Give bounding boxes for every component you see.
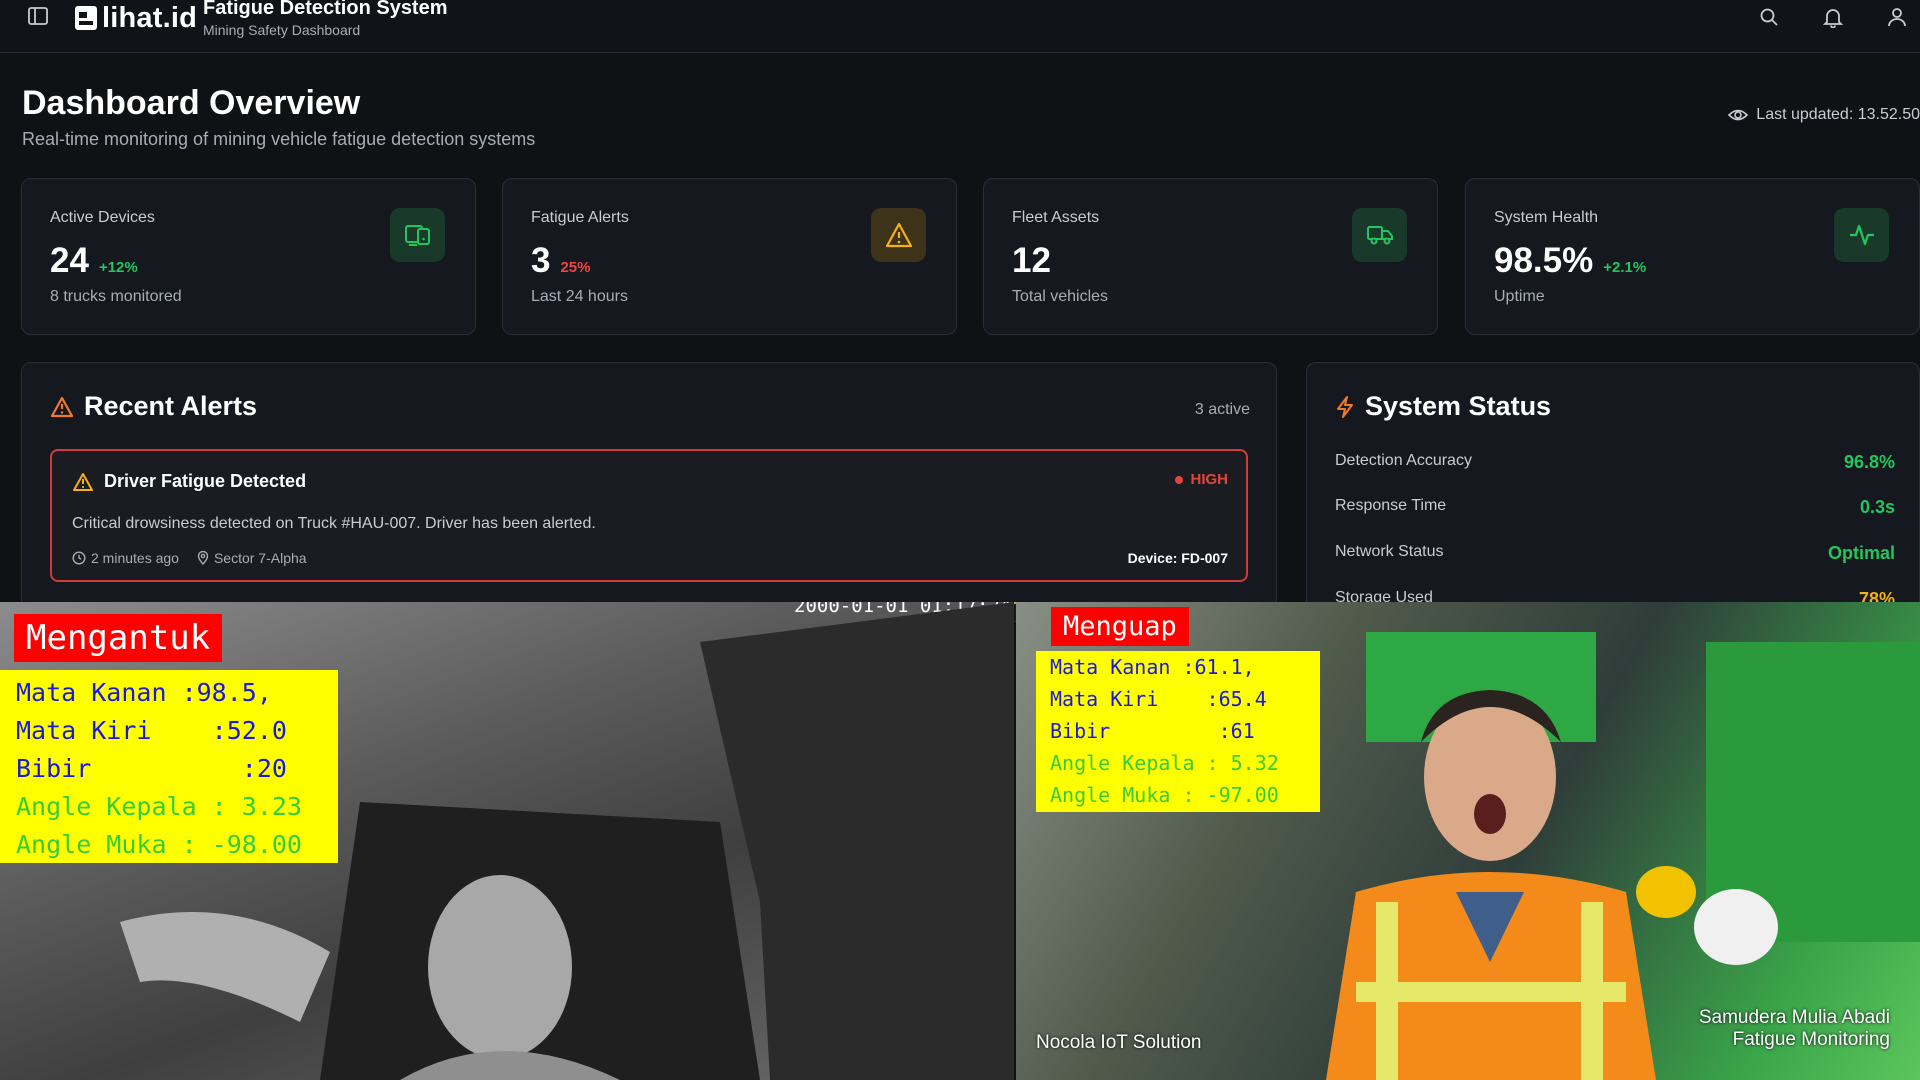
metric-line: Angle Kepala : 3.23 (16, 792, 302, 821)
status-row-response-time: Response Time 0.3s (1335, 497, 1895, 518)
severity-dot-icon (1174, 475, 1183, 484)
detection-metrics-box: Mata Kanan :98.5, Mata Kiri :52.0 Bibir … (0, 670, 338, 863)
search-icon[interactable] (1758, 6, 1780, 28)
status-row-network-status: Network Status Optimal (1335, 543, 1895, 564)
alert-title-row: Driver Fatigue Detected (72, 471, 306, 492)
logo-icon (75, 6, 97, 30)
status-label: Network Status (1335, 543, 1444, 560)
metric-line: Mata Kiri :52.0 (16, 716, 287, 745)
warning-icon (73, 472, 93, 491)
app-title: Fatigue Detection System (203, 0, 448, 19)
warning-icon (885, 222, 912, 248)
alert-location: Sector 7-Alpha (197, 550, 307, 566)
recent-alerts-header: Recent Alerts (50, 391, 257, 422)
alert-description: Critical drowsiness detected on Truck #H… (72, 515, 596, 532)
bell-icon[interactable] (1822, 6, 1844, 28)
alerts-count: 3 active (1194, 401, 1250, 418)
alert-level: HIGH (1190, 471, 1229, 488)
last-updated-text: Last updated: 13.52.50 (1756, 106, 1920, 123)
recent-alerts-panel: Recent Alerts 3 active Driver Fatigue De… (21, 362, 1277, 632)
stat-value: 98.5% (1494, 241, 1594, 280)
truck-icon-badge (1352, 208, 1407, 262)
user-icon[interactable] (1886, 6, 1908, 28)
brand-text: Fatigue Detection System Mining Safety D… (203, 0, 448, 38)
metric-line: Angle Kepala : 5.32 (1050, 751, 1279, 775)
stat-foot: 8 trucks monitored (50, 288, 182, 305)
metric-line: Mata Kiri :65.4 (1050, 687, 1267, 711)
metric-line: Mata Kanan :98.5, (16, 678, 272, 707)
stat-label: Active Devices (50, 209, 155, 226)
top-bar: lihat.id Fatigue Detection System Mining… (0, 0, 1920, 53)
page-subtitle: Real-time monitoring of mining vehicle f… (22, 129, 536, 149)
stat-card-active-devices[interactable]: Active Devices 24 +12% 8 trucks monitored (21, 178, 476, 335)
stat-foot: Last 24 hours (531, 288, 628, 305)
stat-value: 3 (531, 241, 551, 280)
warning-icon (50, 396, 74, 417)
page-header: Dashboard Overview Real-time monitoring … (22, 84, 535, 150)
watermark-right-line-2: Fatigue Monitoring (1732, 1029, 1890, 1050)
watermark-left: Nocola IoT Solution (1036, 1032, 1202, 1053)
stat-card-system-health[interactable]: System Health 98.5% +2.1% Uptime (1465, 178, 1920, 335)
page-title: Dashboard Overview (22, 84, 361, 122)
stat-delta: 25% (560, 259, 591, 276)
metric-line: Angle Muka : -97.00 (1050, 783, 1279, 807)
app-subtitle: Mining Safety Dashboard (203, 22, 361, 38)
stat-label: Fleet Assets (1012, 209, 1100, 226)
status-label: Detection Accuracy (1335, 452, 1472, 469)
system-status-panel: System Status Detection Accuracy 96.8% R… (1306, 362, 1920, 622)
activity-icon-badge (1834, 208, 1889, 262)
system-status-title: System Status (1365, 391, 1552, 421)
lightning-icon (1337, 395, 1353, 418)
map-pin-icon (197, 551, 209, 565)
metric-line: Bibir :61 (1050, 719, 1255, 743)
sidebar-toggle-icon[interactable] (28, 7, 48, 25)
camera-feed-right[interactable]: Menguap Mata Kanan :61.1, Mata Kiri :65.… (1016, 602, 1920, 1080)
stat-foot: Total vehicles (1012, 288, 1109, 305)
stat-card-fleet-assets[interactable]: Fleet Assets 12 Total vehicles (983, 178, 1438, 335)
last-updated: Last updated: 13.52.50 (1728, 106, 1920, 124)
stat-label: Fatigue Alerts (531, 209, 629, 226)
recent-alerts-title: Recent Alerts (84, 391, 258, 421)
status-label: Response Time (1335, 497, 1447, 514)
warning-icon-badge (871, 208, 926, 262)
watermark-right-line-1: Samudera Mulia Abadi (1698, 1007, 1890, 1028)
fatigue-state-label: Menguap (1051, 607, 1189, 646)
top-icons (1758, 6, 1920, 28)
status-value: Optimal (1827, 543, 1895, 563)
camera-feed-left[interactable]: 2000-01-01 01:17:24 Mengantuk Mata Kanan… (0, 602, 1014, 1080)
alert-title: Driver Fatigue Detected (104, 471, 307, 491)
status-row-detection-accuracy: Detection Accuracy 96.8% (1335, 452, 1895, 473)
system-status-header: System Status (1335, 391, 1551, 422)
stat-foot: Uptime (1494, 288, 1545, 305)
stat-value: 24 (50, 241, 89, 280)
brand-logo[interactable]: lihat.id (74, 0, 197, 36)
metric-line: Mata Kanan :61.1, (1050, 655, 1255, 679)
watermark-right: Samudera Mulia Abadi Fatigue Monitoring (1699, 1007, 1890, 1051)
activity-icon (1849, 224, 1874, 246)
eye-icon (1728, 109, 1749, 121)
detection-metrics-box: Mata Kanan :61.1, Mata Kiri :65.4 Bibir … (1036, 651, 1320, 812)
stat-card-fatigue-alerts[interactable]: Fatigue Alerts 3 25% Last 24 hours (502, 178, 957, 335)
metric-line: Angle Muka : -98.00 (16, 830, 302, 859)
device-icon-badge (390, 208, 445, 262)
alert-severity-badge: HIGH (1174, 471, 1229, 488)
stat-delta: +12% (98, 259, 138, 276)
status-value: 0.3s (1859, 497, 1895, 517)
alert-time: 2 minutes ago (72, 550, 179, 566)
logo-text: lihat.id (102, 1, 198, 34)
alert-meta: 2 minutes ago Sector 7-Alpha (72, 550, 307, 566)
device-icon (404, 225, 430, 246)
stat-label: System Health (1494, 209, 1599, 226)
stat-delta: +2.1% (1603, 259, 1647, 276)
clock-icon (72, 551, 86, 565)
alert-device: Device: FD-007 (1127, 550, 1228, 566)
fatigue-state-label: Mengantuk (14, 614, 223, 662)
stat-value: 12 (1012, 241, 1051, 280)
alert-time-text: 2 minutes ago (91, 550, 179, 566)
alert-location-text: Sector 7-Alpha (213, 550, 307, 566)
status-value: 96.8% (1843, 452, 1895, 472)
truck-icon (1366, 226, 1393, 245)
alert-card[interactable]: Driver Fatigue Detected HIGH Critical dr… (50, 449, 1248, 582)
metric-line: Bibir :20 (16, 754, 287, 783)
